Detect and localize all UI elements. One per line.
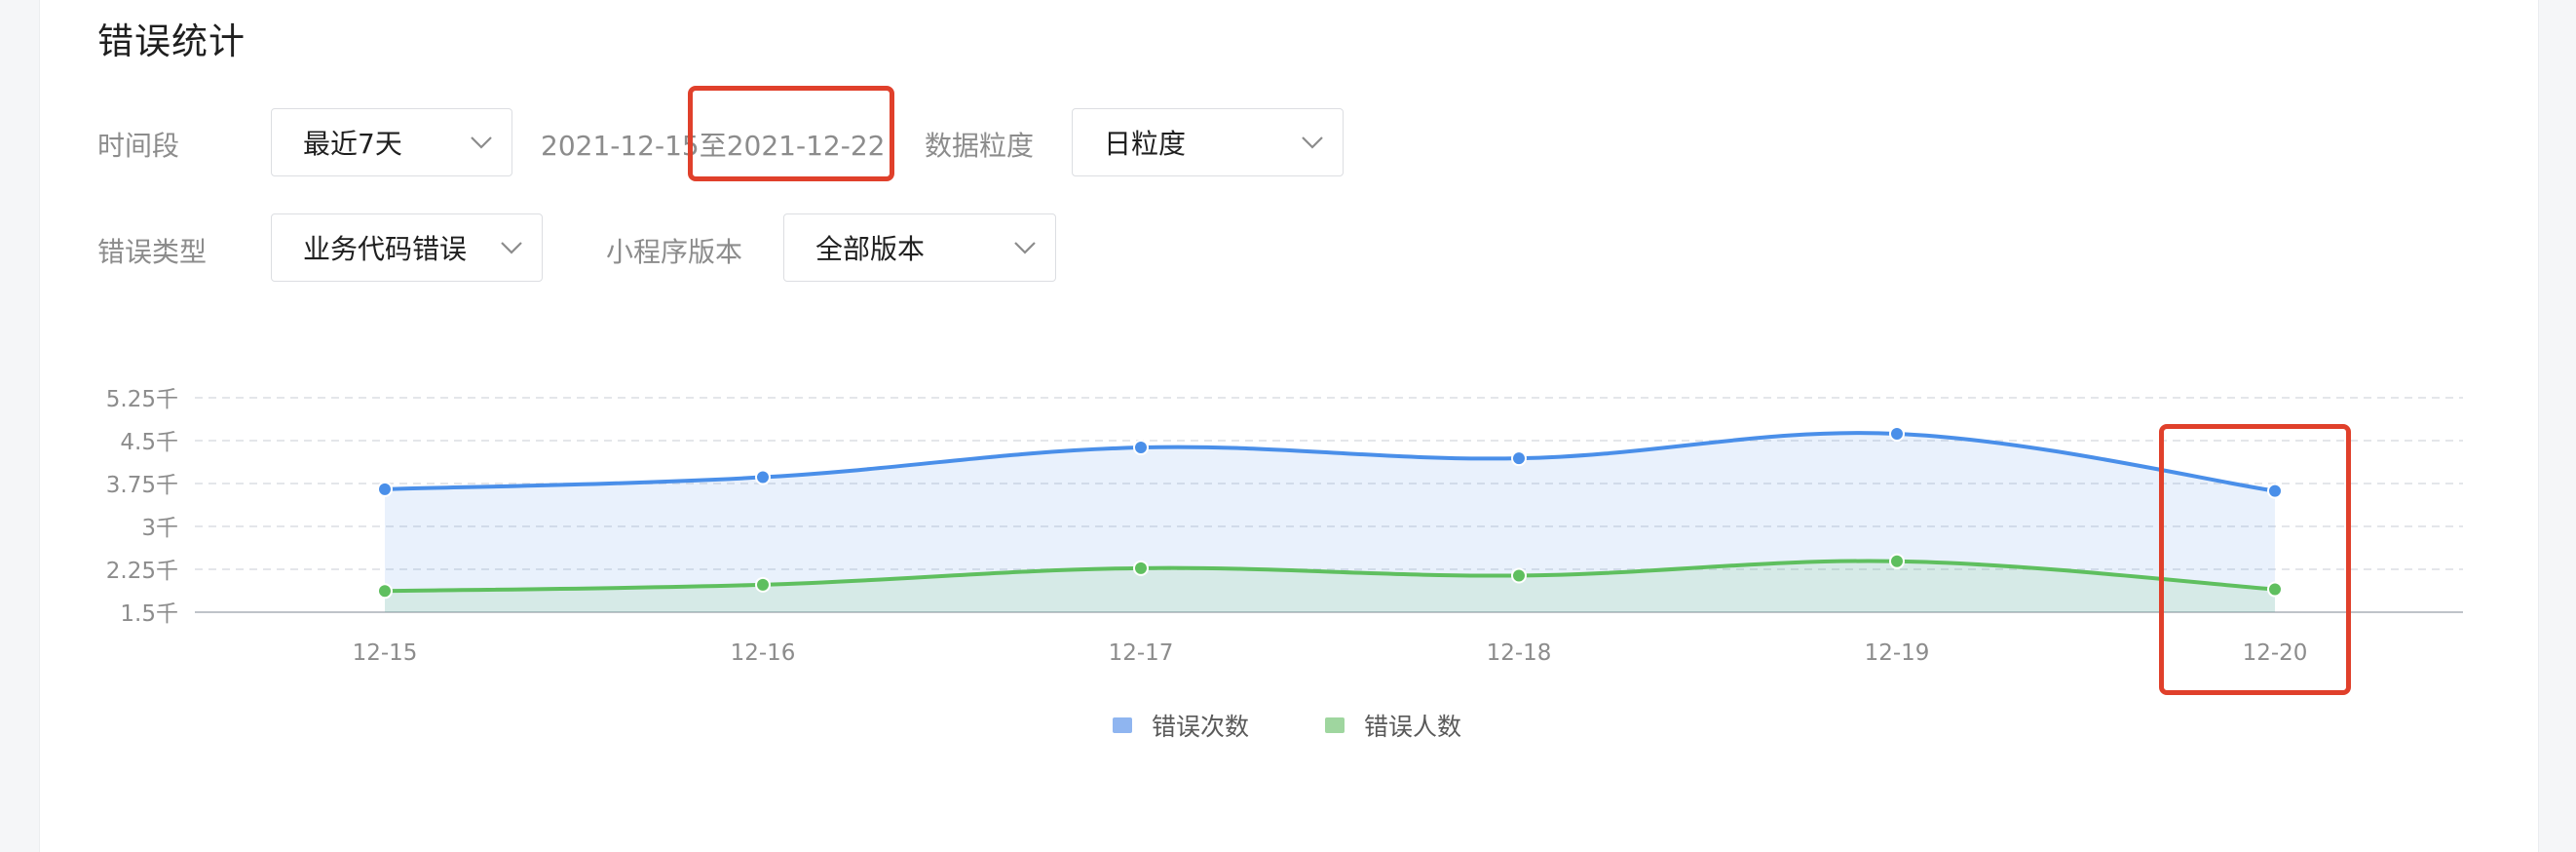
legend-swatch-icon [1325,717,1345,733]
data-point [1889,553,1905,569]
legend-label: 错误人数 [1364,713,1462,741]
data-point [755,469,771,485]
data-point [377,481,393,497]
y-tick-label: 3千 [141,516,178,541]
y-tick-label: 4.5千 [120,430,178,455]
y-tick-label: 2.25千 [106,559,178,584]
x-tick-label: 12-18 [1487,640,1552,666]
x-tick-label: 12-17 [1109,640,1174,666]
y-tick-label: 3.75千 [106,473,178,498]
legend-item-error-users[interactable]: 错误人数 [1325,708,1461,743]
legend-label: 错误次数 [1152,713,1250,741]
highlight-box-last-day [2159,424,2351,695]
x-tick-label: 12-15 [353,640,418,666]
legend-swatch-icon [1113,717,1132,733]
data-point [377,583,393,600]
data-point [1511,567,1527,584]
y-tick-label: 1.5千 [120,601,178,627]
data-point [1133,440,1149,456]
x-tick-label: 12-19 [1865,640,1930,666]
data-point [1511,450,1527,467]
data-point [755,576,771,593]
data-point [1133,560,1149,576]
legend-item-error-count[interactable]: 错误次数 [1113,708,1249,743]
y-tick-label: 5.25千 [106,387,178,412]
data-point [1889,425,1905,442]
x-tick-label: 12-16 [731,640,796,666]
